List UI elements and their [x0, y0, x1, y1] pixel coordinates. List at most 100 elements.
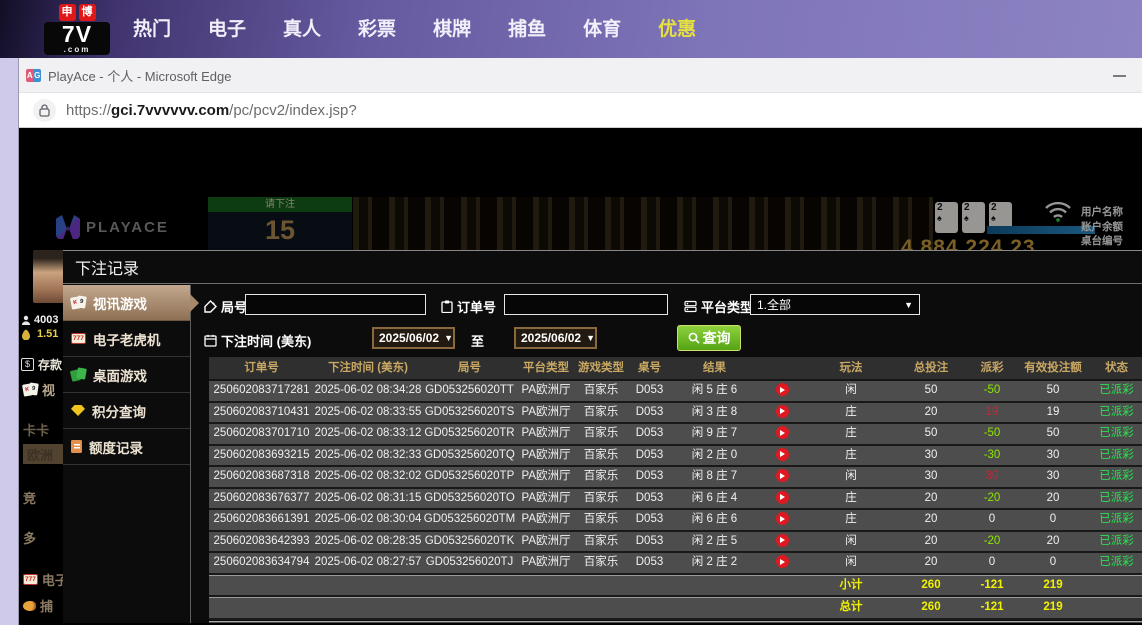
sidebar-item-video[interactable]: K9 视 [23, 380, 55, 399]
column-header: 下注时间 (美东) [314, 357, 422, 379]
nav-item[interactable]: 棋牌 [433, 14, 471, 41]
replay-play-button[interactable] [776, 383, 789, 396]
replay-play-button[interactable] [776, 534, 789, 547]
cell-platform: PA欧洲厅 [517, 446, 575, 466]
menu-item-table-games[interactable]: 桌面游戏 [63, 357, 190, 393]
modal-title: 下注记录 [75, 255, 139, 279]
total-valid-bet: 219 [1017, 598, 1089, 618]
column-header: 局号 [422, 357, 517, 379]
table-row: 250602083642393 2025-06-02 08:28:35 GD05… [209, 532, 1142, 554]
cell-round-no: GD053256020TQ [422, 446, 517, 466]
cell-order-no: 250602083717281 [209, 381, 314, 401]
sidebar-item-kaka[interactable]: 卡卡 [23, 420, 49, 439]
dice-icon [71, 368, 86, 382]
cell-payout: -30 [967, 446, 1017, 466]
deposit-button[interactable]: $ 存款 [21, 356, 62, 373]
cell-valid-bet: 30 [1017, 446, 1089, 466]
window-title: PlayAce - 个人 - Microsoft Edge [48, 66, 232, 85]
document-icon [71, 440, 82, 453]
cell-play-method: 闲 [807, 532, 895, 552]
slots-icon: 777 [71, 333, 86, 344]
cell-bet-time: 2025-06-02 08:28:35 [314, 532, 422, 552]
dollar-icon: $ [21, 358, 34, 371]
site-logo[interactable]: 申 博 7V .com [44, 4, 110, 55]
date-to-select[interactable]: 2025/06/02▼ [514, 327, 597, 349]
table-footer-strip [209, 621, 1142, 624]
replay-play-button[interactable] [776, 426, 789, 439]
cell-table-no: D053 [627, 424, 672, 444]
order-number-input[interactable] [504, 294, 668, 315]
search-icon [688, 332, 700, 344]
cell-status: 已派彩 [1089, 424, 1142, 444]
sidebar-item-slots[interactable]: 777 电子 [23, 570, 65, 589]
total-row: 总计 260 -121 219 [209, 597, 1142, 620]
nav-item[interactable]: 电子 [208, 14, 246, 41]
nav-item[interactable]: 真人 [283, 14, 321, 41]
date-from-select[interactable]: 2025/06/02▼ [372, 327, 455, 349]
cell-platform: PA欧洲厅 [517, 489, 575, 509]
cell-total-bet: 50 [895, 381, 967, 401]
sidebar-item-multi[interactable]: 多 [23, 528, 36, 547]
browser-titlebar[interactable]: AG PlayAce - 个人 - Microsoft Edge [19, 58, 1142, 93]
menu-item-slots[interactable]: 777 电子老虎机 [63, 321, 190, 357]
replay-play-button[interactable] [776, 405, 789, 418]
user-avatar [33, 250, 64, 303]
balance-stat: 1.51 [21, 328, 58, 340]
cell-platform: PA欧洲厅 [517, 532, 575, 552]
bet-records-table: 订单号下注时间 (美东)局号平台类型游戏类型桌号结果玩法总投注派彩有效投注额状态… [209, 357, 1142, 623]
cell-round-no: GD053256020TJ [422, 553, 517, 573]
sidebar-item-europe[interactable]: 欧洲 [23, 444, 65, 464]
column-header: 派彩 [967, 357, 1017, 379]
replay-play-button[interactable] [776, 512, 789, 525]
replay-play-button[interactable] [776, 448, 789, 461]
cell-payout: 19 [967, 403, 1017, 423]
cell-bet-time: 2025-06-02 08:34:28 [314, 381, 422, 401]
column-header: 玩法 [807, 357, 895, 379]
total-label: 总计 [807, 598, 895, 618]
replay-play-button[interactable] [776, 491, 789, 504]
platform-icon [684, 300, 697, 313]
screen: 申 博 7V .com 热门 电子 真人 彩票 棋牌 捕鱼 体育 [0, 0, 1142, 625]
cell-round-no: GD053256020TM [422, 510, 517, 530]
site-nav: 热门 电子 真人 彩票 棋牌 捕鱼 体育 优惠 [133, 0, 696, 55]
order-number-label: 订单号 [441, 297, 496, 316]
nav-item[interactable]: 热门 [133, 14, 171, 41]
cell-order-no: 250602083642393 [209, 532, 314, 552]
cell-order-no: 250602083710431 [209, 403, 314, 423]
menu-item-video-games[interactable]: K9 视讯游戏 [63, 285, 190, 321]
minimize-button[interactable] [1113, 75, 1126, 77]
table-header-row: 订单号下注时间 (美东)局号平台类型游戏类型桌号结果玩法总投注派彩有效投注额状态 [209, 357, 1142, 381]
cell-valid-bet: 50 [1017, 381, 1089, 401]
sidebar-item-fishing[interactable]: 捕 [23, 596, 53, 615]
lock-icon[interactable] [33, 99, 56, 122]
table-row: 250602083701710 2025-06-02 08:33:12 GD05… [209, 424, 1142, 446]
cell-total-bet: 50 [895, 424, 967, 444]
search-button[interactable]: 查询 [677, 325, 741, 351]
cell-table-no: D053 [627, 446, 672, 466]
nav-item[interactable]: 优惠 [658, 14, 696, 41]
modal-content: 局号 订单号 平台类型 1.全部▼ [192, 285, 1142, 623]
cell-status: 已派彩 [1089, 403, 1142, 423]
menu-item-points[interactable]: 积分查询 [63, 393, 190, 429]
cell-table-no: D053 [627, 467, 672, 487]
replay-play-button[interactable] [776, 469, 789, 482]
cell-status: 已派彩 [1089, 446, 1142, 466]
nav-item[interactable]: 体育 [583, 14, 621, 41]
platform-type-select[interactable]: 1.全部▼ [750, 294, 920, 315]
url-text[interactable]: https://gci.7vvvvvv.com/pc/pcv2/index.js… [66, 102, 357, 119]
cell-table-no: D053 [627, 510, 672, 530]
online-users-stat: 4003 [21, 314, 58, 326]
nav-item[interactable]: 捕鱼 [508, 14, 546, 41]
cell-order-no: 250602083661391 [209, 510, 314, 530]
menu-item-quota-records[interactable]: 额度记录 [63, 429, 190, 465]
cell-order-no: 250602083687318 [209, 467, 314, 487]
replay-play-button[interactable] [776, 555, 789, 568]
table-row: 250602083710431 2025-06-02 08:33:55 GD05… [209, 403, 1142, 425]
nav-item[interactable]: 彩票 [358, 14, 396, 41]
to-label: 至 [471, 331, 484, 350]
round-number-input[interactable] [245, 294, 426, 315]
table-row: 250602083717281 2025-06-02 08:34:28 GD05… [209, 381, 1142, 403]
sidebar-item-jingmi[interactable]: 竞 [23, 488, 36, 507]
cell-game-type: 百家乐 [575, 467, 627, 487]
subtotal-total-bet: 260 [895, 576, 967, 596]
